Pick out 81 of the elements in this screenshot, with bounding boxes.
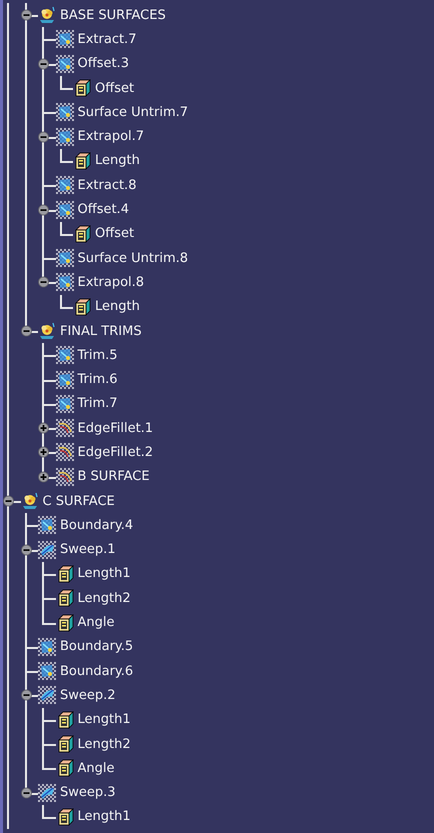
parameter-icon	[56, 614, 74, 632]
tree-item-label[interactable]: Offset.3	[78, 57, 129, 70]
parameter-icon	[73, 152, 91, 170]
tree-item-label[interactable]: Extrapol.7	[78, 130, 144, 144]
tree-item-label[interactable]: Offset	[95, 227, 134, 240]
expand-toggle[interactable]	[38, 422, 49, 434]
tree-item-label[interactable]: C SURFACE	[42, 494, 115, 508]
tree-item-label[interactable]: Length1	[78, 810, 131, 824]
tree-item-label[interactable]: Extract.8	[78, 178, 136, 192]
surface-feature-icon	[56, 249, 74, 268]
parameter-icon	[56, 735, 74, 754]
parameter-icon	[56, 808, 74, 826]
tree-item-label[interactable]: Trim.5	[78, 348, 118, 362]
fillet-feature-icon	[56, 443, 74, 462]
collapse-toggle[interactable]	[38, 58, 49, 70]
sweep-feature-icon	[38, 540, 56, 559]
surface-feature-icon	[56, 176, 74, 194]
surface-feature-icon	[56, 346, 74, 364]
tree-item-label[interactable]: Surface Untrim.8	[78, 252, 188, 265]
tree-item-label[interactable]: Sweep.2	[60, 688, 116, 702]
tree-item-label[interactable]: Length1	[78, 713, 131, 726]
parameter-icon	[73, 79, 91, 98]
collapse-toggle[interactable]	[20, 326, 32, 336]
tree-item-label[interactable]: EdgeFillet.2	[78, 446, 154, 459]
tree-item-label[interactable]: Sweep.1	[60, 543, 116, 556]
tree-item-label[interactable]: Offset.4	[78, 203, 129, 216]
fillet-feature-icon	[56, 419, 74, 438]
tree-item-label[interactable]: Extrapol.8	[78, 276, 144, 289]
geometric-set-icon	[20, 492, 38, 510]
tree-item-label[interactable]: BASE SURFACES	[60, 8, 166, 22]
tree-item-label[interactable]: Sweep.3	[60, 786, 116, 800]
tree-item-label[interactable]: Trim.6	[78, 373, 118, 386]
surface-feature-icon	[38, 638, 56, 656]
tree-item-label[interactable]: Boundary.6	[60, 664, 134, 678]
geometric-set-icon	[38, 6, 56, 24]
surface-feature-icon	[56, 394, 74, 413]
tree-item-label[interactable]: Length	[95, 300, 140, 314]
tree-item-label[interactable]: Length2	[78, 738, 131, 751]
collapse-toggle[interactable]	[20, 690, 32, 701]
parameter-icon	[73, 298, 91, 316]
tree-item-label[interactable]: Boundary.4	[60, 518, 134, 532]
surface-feature-icon	[56, 30, 74, 48]
tree-item-label[interactable]: Length1	[78, 567, 131, 580]
fillet-feature-icon	[56, 468, 74, 486]
tree-item-label[interactable]: Offset	[95, 82, 134, 95]
surface-feature-icon	[56, 54, 74, 73]
tree-item-label[interactable]: Trim.7	[78, 397, 118, 410]
expand-toggle[interactable]	[38, 446, 49, 458]
surface-feature-icon	[56, 370, 74, 389]
surface-feature-icon	[56, 103, 74, 122]
tree-item-label[interactable]: EdgeFillet.1	[78, 422, 154, 435]
expand-toggle[interactable]	[38, 471, 49, 482]
parameter-icon	[56, 759, 74, 778]
parameter-icon	[56, 710, 74, 729]
tree-item-label[interactable]: Surface Untrim.7	[78, 106, 188, 119]
collapse-toggle[interactable]	[3, 496, 14, 507]
tree-item-label[interactable]: Angle	[78, 616, 114, 630]
tree-item-label[interactable]: Boundary.5	[60, 640, 134, 654]
tree-item-label[interactable]: Extract.7	[78, 32, 136, 46]
tree-item-label[interactable]: Length	[95, 154, 140, 168]
sweep-feature-icon	[38, 686, 56, 704]
collapse-toggle[interactable]	[38, 131, 49, 142]
sweep-feature-icon	[38, 784, 56, 802]
surface-feature-icon	[38, 662, 56, 680]
collapse-toggle[interactable]	[20, 10, 32, 21]
parameter-icon	[73, 224, 91, 243]
tree-item-label[interactable]: Length2	[78, 592, 131, 605]
geometric-set-icon	[38, 322, 56, 340]
tree-item-label[interactable]: Angle	[78, 762, 114, 775]
surface-feature-icon	[56, 273, 74, 292]
collapse-toggle[interactable]	[20, 544, 32, 556]
parameter-icon	[56, 564, 74, 583]
collapse-toggle[interactable]	[20, 787, 32, 798]
tree-item-label[interactable]: FINAL TRIMS	[60, 324, 142, 338]
tree-item-label[interactable]: B SURFACE	[78, 470, 150, 484]
surface-feature-icon	[56, 128, 74, 146]
parameter-icon	[56, 589, 74, 608]
surface-feature-icon	[56, 200, 74, 219]
collapse-toggle[interactable]	[38, 204, 49, 216]
collapse-toggle[interactable]	[38, 276, 49, 288]
surface-feature-icon	[38, 516, 56, 534]
